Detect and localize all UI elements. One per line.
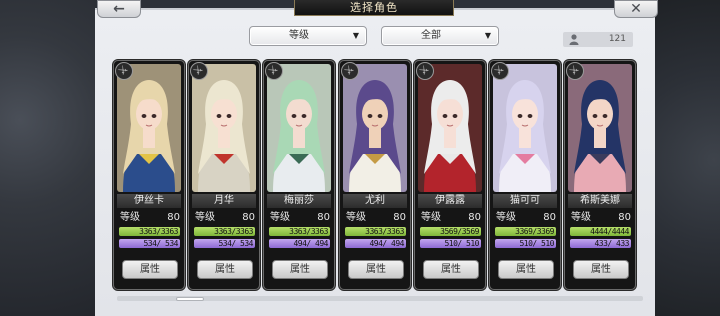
level-row: 等级 80 [120,212,180,224]
background-right [654,0,720,316]
mp-value: 433/ 433 [594,239,629,248]
level-value: 80 [468,212,481,223]
hp-value: 4444/4444 [590,227,629,236]
character-card[interactable]: ⚔ 梅丽莎 等级 80 3363/3363 494/ 494 属性 [263,60,335,290]
mp-value: 510/ 510 [444,239,479,248]
hp-value: 3369/3369 [515,227,554,236]
character-card[interactable]: ⚔ 猫可可 等级 80 3369/3369 510/ 510 属性 [489,60,561,290]
level-value: 80 [618,212,631,223]
attributes-button[interactable]: 属性 [122,260,178,279]
character-card[interactable]: ⚔ 希斯美娜 等级 80 4444/4444 433/ 433 属性 [564,60,636,290]
attributes-button[interactable]: 属性 [423,260,479,279]
level-label: 等级 [346,212,366,223]
character-name: 梅丽莎 [267,194,331,208]
attributes-button[interactable]: 属性 [272,260,328,279]
roster-count-value: 121 [608,34,626,44]
chevron-down-icon: ▼ [352,31,359,40]
level-row: 等级 80 [421,212,481,224]
background-left [0,0,96,316]
level-label: 等级 [270,212,290,223]
mp-bar: 433/ 433 [570,239,631,248]
hp-bar: 3569/3569 [420,227,481,236]
character-card[interactable]: ⚔ 尤利 等级 80 3363/3363 494/ 494 属性 [339,60,411,290]
character-name: 希斯美娜 [568,194,632,208]
character-name: 尤利 [343,194,407,208]
person-icon [569,34,579,45]
back-arrow-icon: ← [113,1,125,17]
level-sort-label: 等级 [289,30,309,41]
character-card-list: ⚔ 伊丝卡 等级 80 3363/3363 534/ 534 属性 ⚔ 月华 等… [113,60,643,292]
level-value: 80 [393,212,406,223]
page-title: 选择角色 [294,0,454,16]
level-row: 等级 80 [571,212,631,224]
character-card[interactable]: ⚔ 月华 等级 80 3363/3363 534/ 534 属性 [188,60,260,290]
mp-bar: 534/ 534 [194,239,255,248]
level-value: 80 [317,212,330,223]
mp-value: 510/ 510 [519,239,554,248]
mp-bar: 534/ 534 [119,239,180,248]
character-portrait [267,64,331,192]
mp-bar: 510/ 510 [420,239,481,248]
character-portrait [493,64,557,192]
character-card[interactable]: ⚔ 伊露露 等级 80 3569/3569 510/ 510 属性 [414,60,486,290]
hp-bar: 3363/3363 [119,227,180,236]
character-name: 伊露露 [418,194,482,208]
attributes-button[interactable]: 属性 [573,260,629,279]
hp-bar: 3369/3369 [495,227,556,236]
level-row: 等级 80 [346,212,406,224]
character-portrait [568,64,632,192]
close-button[interactable]: ✕ [614,0,658,18]
level-label: 等级 [195,212,215,223]
chevron-down-icon: ▼ [484,31,491,40]
character-card[interactable]: ⚔ 伊丝卡 等级 80 3363/3363 534/ 534 属性 [113,60,185,290]
level-sort-dropdown[interactable]: 等级 ▼ [249,26,367,46]
mp-bar: 510/ 510 [495,239,556,248]
character-portrait [192,64,256,192]
hp-value: 3363/3363 [365,227,404,236]
mp-value: 494/ 494 [369,239,404,248]
mp-bar: 494/ 494 [345,239,406,248]
hp-value: 3363/3363 [214,227,253,236]
mp-value: 534/ 534 [218,239,253,248]
level-value: 80 [167,212,180,223]
roster-count: 121 [563,32,633,47]
mp-value: 494/ 494 [293,239,328,248]
character-name: 伊丝卡 [117,194,181,208]
scrollbar-thumb[interactable] [176,297,204,301]
level-label: 等级 [571,212,591,223]
character-portrait [418,64,482,192]
character-name: 猫可可 [493,194,557,208]
close-icon: ✕ [630,1,642,17]
mp-bar: 494/ 494 [269,239,330,248]
level-row: 等级 80 [195,212,255,224]
back-button[interactable]: ← [97,0,141,18]
mp-value: 534/ 534 [143,239,178,248]
level-value: 80 [242,212,255,223]
attributes-button[interactable]: 属性 [197,260,253,279]
hp-bar: 3363/3363 [345,227,406,236]
level-row: 等级 80 [496,212,556,224]
level-value: 80 [543,212,556,223]
category-filter-dropdown[interactable]: 全部 ▼ [381,26,499,46]
level-row: 等级 80 [270,212,330,224]
level-label: 等级 [496,212,516,223]
character-portrait [117,64,181,192]
hp-bar: 3363/3363 [269,227,330,236]
category-filter-label: 全部 [421,30,441,41]
hp-bar: 4444/4444 [570,227,631,236]
level-label: 等级 [421,212,441,223]
level-label: 等级 [120,212,140,223]
hp-bar: 3363/3363 [194,227,255,236]
hp-value: 3363/3363 [289,227,328,236]
character-name: 月华 [192,194,256,208]
character-portrait [343,64,407,192]
hp-value: 3363/3363 [139,227,178,236]
attributes-button[interactable]: 属性 [348,260,404,279]
attributes-button[interactable]: 属性 [498,260,554,279]
hp-value: 3569/3569 [440,227,479,236]
